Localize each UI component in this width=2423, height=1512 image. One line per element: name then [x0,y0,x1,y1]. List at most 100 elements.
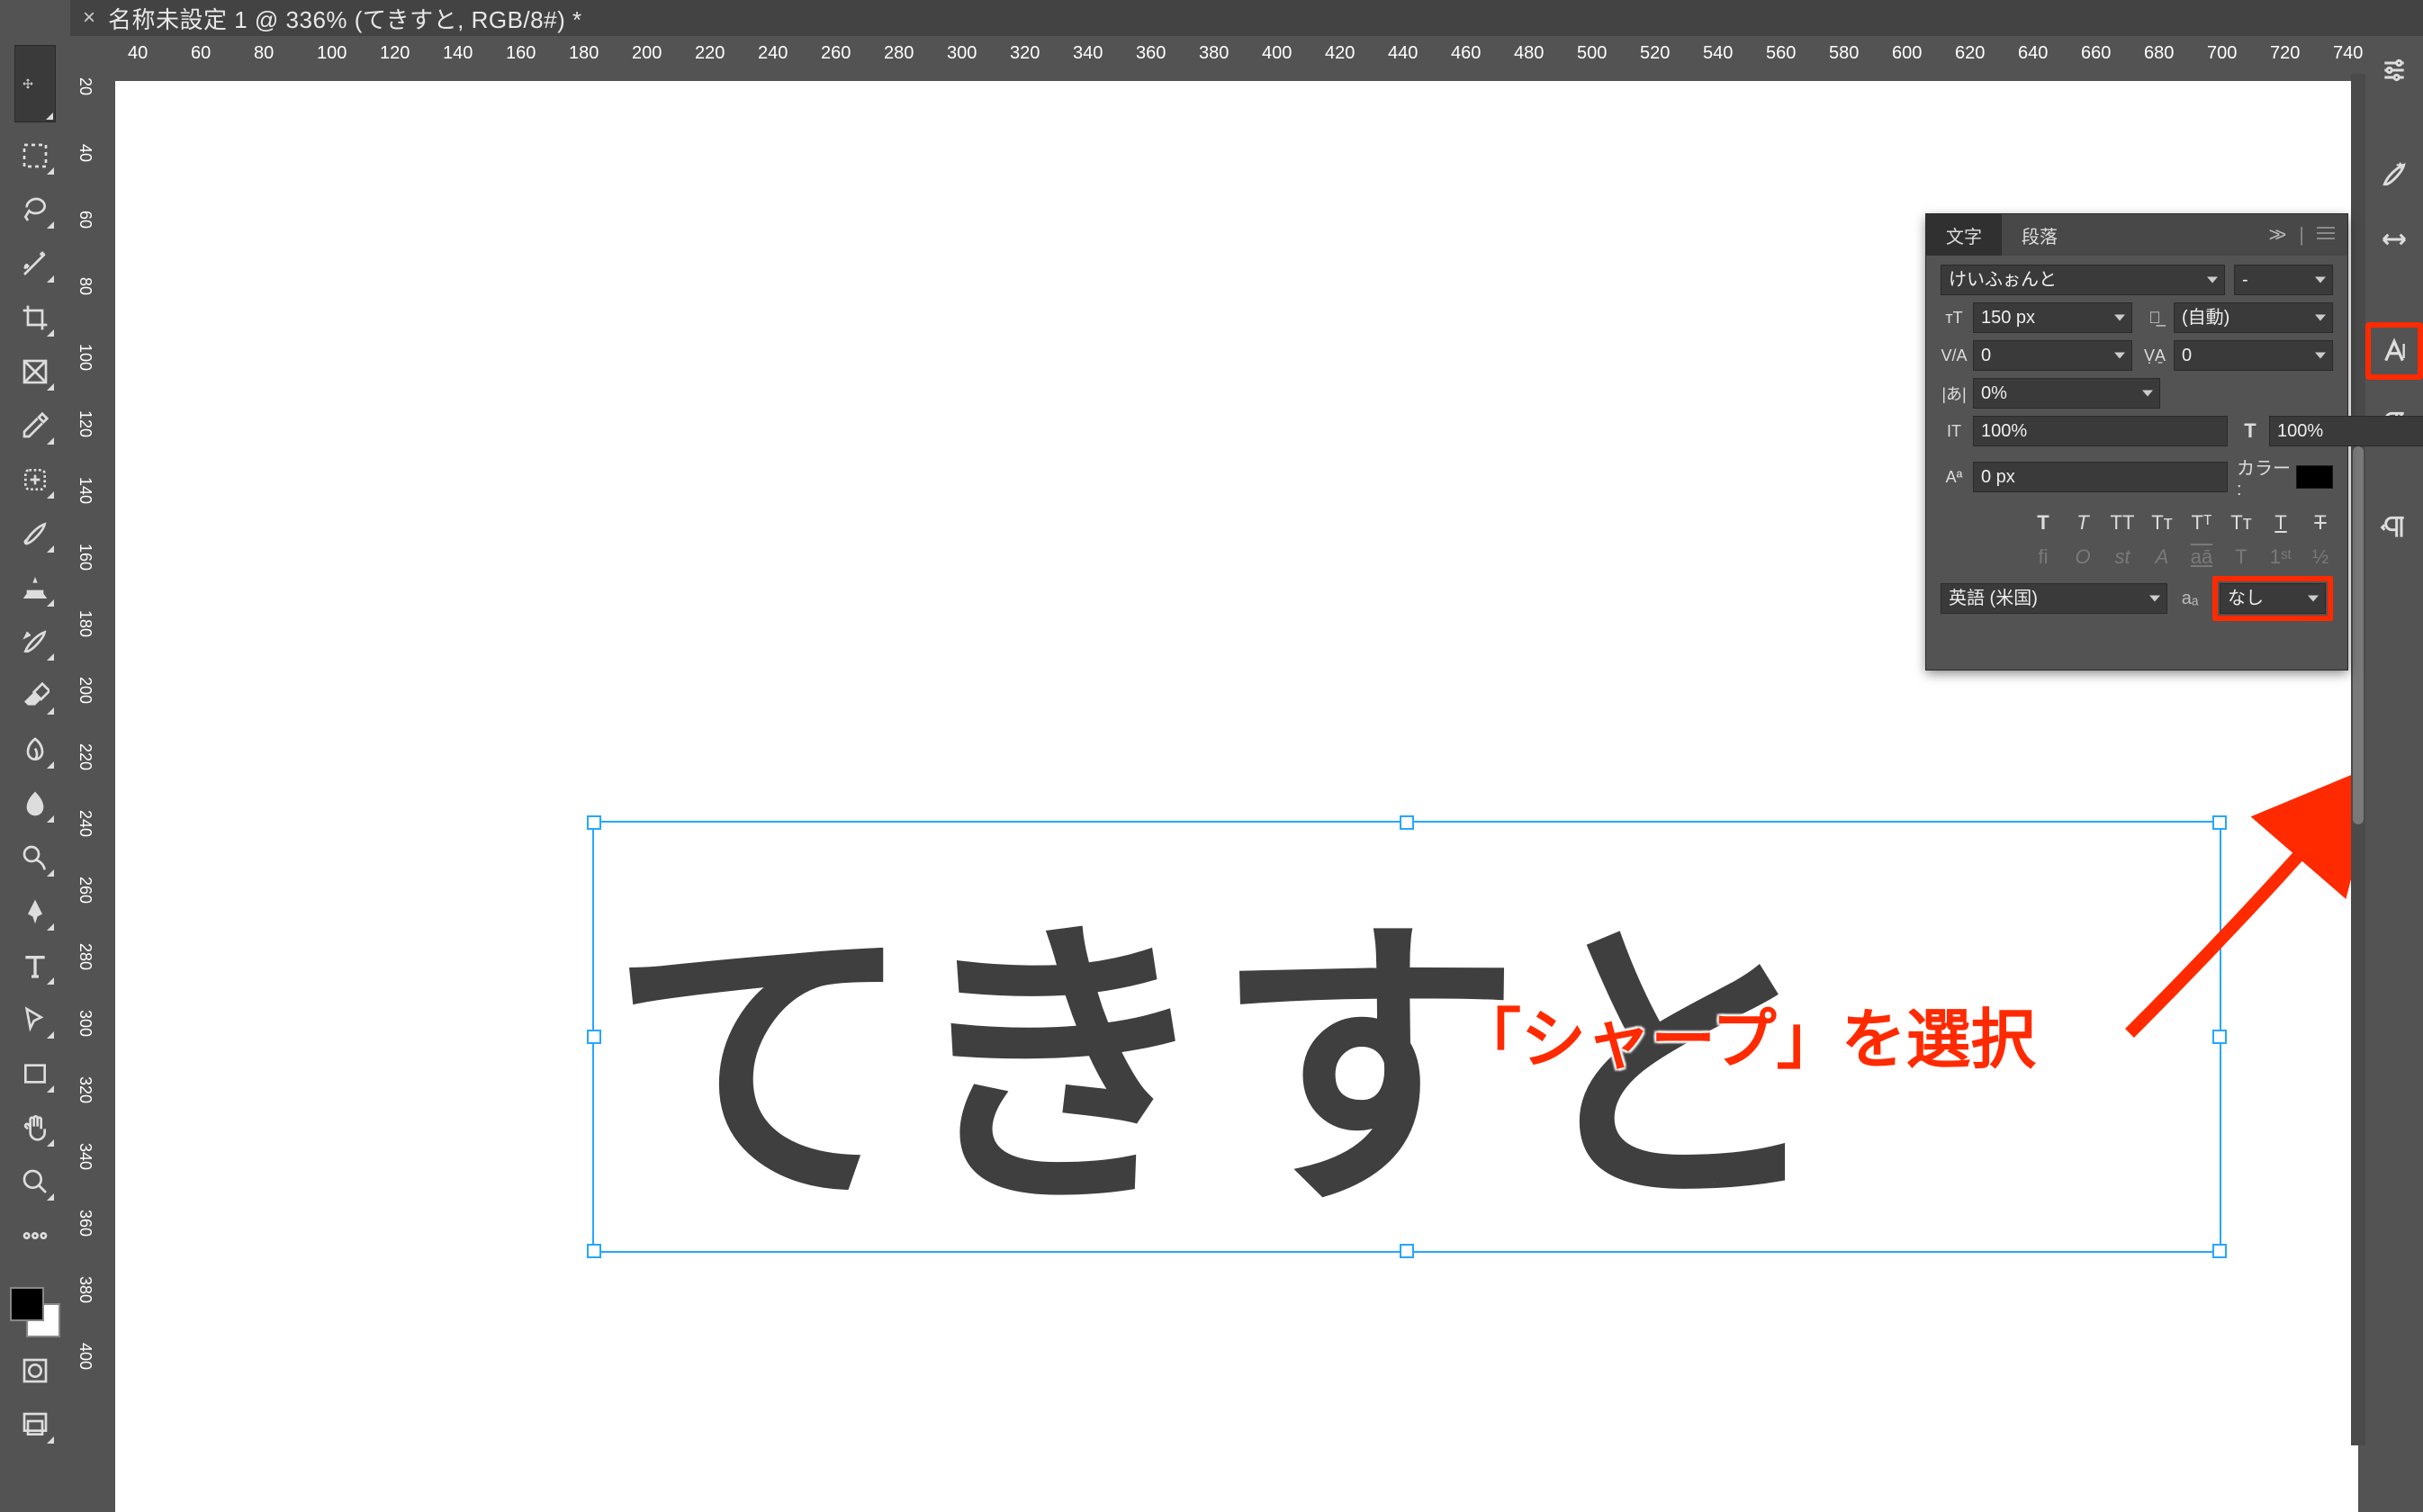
ot-swash-button[interactable]: A [2149,545,2175,569]
zoom-tool[interactable] [14,1161,56,1202]
bbox-handle-br[interactable] [2212,1244,2227,1258]
foreground-color-swatch[interactable] [10,1287,44,1321]
gradient-tool[interactable] [14,729,56,770]
hruler-tick: 280 [884,43,914,64]
ot-ordinals-button[interactable]: 1ˢᵗ [2268,545,2293,569]
vruler-tick: 200 [76,677,95,704]
bbox-handle-l[interactable] [587,1030,601,1044]
bbox-handle-t[interactable] [1400,815,1414,830]
text-color-swatch[interactable] [2296,465,2333,489]
vruler-tick: 100 [76,344,95,371]
lasso-tool[interactable] [14,189,56,230]
vscale-icon: IT [1941,422,1968,441]
ot-titling-button[interactable]: T [2229,545,2254,569]
brushes-panel-icon[interactable] [2373,218,2416,261]
faux-bold-button[interactable]: T [2031,511,2056,535]
tab-paragraph[interactable]: 段落 [2002,214,2077,256]
panel-menu-icon[interactable] [2315,223,2337,247]
color-swatches[interactable] [10,1287,60,1337]
edit-toolbar[interactable] [14,1215,56,1256]
vruler-tick: 120 [76,410,95,437]
pen-tool[interactable] [14,891,56,932]
small-caps-button[interactable]: Tᴛ [2149,511,2175,535]
hruler-tick: 140 [443,43,473,64]
hruler-tick: 740 [2333,43,2363,64]
strikethrough-button[interactable]: T [2308,511,2333,535]
language-select[interactable]: 英語 (米国) [1941,583,2167,614]
vruler-tick: 400 [76,1343,95,1370]
history-brush-tool[interactable] [14,621,56,662]
ot-fractions-button[interactable]: ½ [2308,545,2333,569]
leading-select[interactable]: (自動) [2174,302,2333,333]
document-tab-title[interactable]: 名称未設定 1 @ 336% (てきすと, RGB/8#) * [108,2,582,35]
clone-stamp-tool[interactable] [14,567,56,608]
vertical-ruler[interactable]: 2040608010012014016018020022024026028030… [70,36,108,1445]
underline-button[interactable]: T [2268,511,2293,535]
vertical-scrollbar[interactable] [2351,74,2365,1445]
eyedropper-tool[interactable] [14,405,56,446]
hruler-tick: 720 [2270,43,2300,64]
bbox-handle-r[interactable] [2212,1030,2227,1044]
opentype-row: fi O st A aā T 1ˢᵗ ½ [1941,542,2333,569]
magic-wand-tool[interactable] [14,243,56,284]
all-caps-button[interactable]: TT [2110,511,2135,535]
bbox-handle-tl[interactable] [587,815,601,830]
font-family-select[interactable]: けいふぉんと [1941,265,2225,295]
hruler-tick: 640 [2018,43,2048,64]
document-tab-bar: × 名称未設定 1 @ 336% (てきすと, RGB/8#) * [70,0,2423,36]
hand-tool[interactable] [14,1107,56,1148]
hruler-tick: 420 [1325,43,1355,64]
glyphs-panel-icon[interactable] [2373,506,2416,549]
kerning-select[interactable]: 0 [1973,340,2132,371]
vruler-tick: 60 [76,211,95,229]
annotation-text: 「シャープ」を選択 [1456,986,2036,1081]
ot-contextual-button[interactable]: O [2070,545,2095,569]
crop-tool[interactable] [14,297,56,338]
brush-tool[interactable] [14,513,56,554]
tab-character[interactable]: 文字 [1926,214,2002,256]
adjustments-panel-icon[interactable] [2373,49,2416,92]
hruler-tick: 560 [1766,43,1796,64]
antialias-select[interactable]: なし [2220,583,2326,614]
screen-mode-toggle[interactable] [14,1404,56,1445]
tracking-icon: ṾA̱ [2141,346,2168,365]
ot-discretionary-button[interactable]: st [2110,545,2135,569]
hruler-tick: 620 [1955,43,1985,64]
character-panel-icon[interactable] [2365,322,2423,380]
superscript-button[interactable]: Tᵀ [2189,511,2214,535]
path-selection-tool[interactable] [14,999,56,1040]
rectangle-tool[interactable] [14,1053,56,1094]
quick-mask-toggle[interactable] [14,1350,56,1391]
font-style-select[interactable]: - [2234,265,2333,295]
blur-tool[interactable] [14,783,56,824]
vruler-tick: 300 [76,1010,95,1037]
marquee-tool[interactable] [14,135,56,176]
tsume-select[interactable]: 0% [1973,378,2160,409]
leading-icon: 🄰̲ [2141,309,2168,328]
ot-ligatures-button[interactable]: fi [2031,545,2056,569]
horizontal-ruler[interactable]: 4060801001201401601802002202402602803003… [108,36,2365,74]
healing-brush-tool[interactable] [14,459,56,500]
close-tab-button[interactable]: × [70,5,108,31]
dodge-tool[interactable] [14,837,56,878]
subscript-button[interactable]: Tᴛ [2229,511,2254,535]
ot-stylistic-button[interactable]: aā [2189,545,2214,569]
faux-italic-button[interactable]: T [2070,511,2095,535]
frame-tool[interactable] [14,351,56,392]
baseline-shift-input[interactable] [1973,462,2228,492]
scrollbar-thumb[interactable] [2353,446,2364,824]
vertical-scale-input[interactable] [1973,416,2228,446]
bbox-handle-b[interactable] [1400,1244,1414,1258]
collapse-panel-icon[interactable]: >> [2269,223,2282,247]
eraser-tool[interactable] [14,675,56,716]
font-size-select[interactable]: 150 px [1973,302,2132,333]
move-tool[interactable] [14,45,56,122]
horizontal-scale-input[interactable] [2269,416,2423,446]
tracking-select[interactable]: 0 [2174,340,2333,371]
vruler-tick: 140 [76,477,95,504]
bbox-handle-tr[interactable] [2212,815,2227,830]
hruler-tick: 460 [1451,43,1481,64]
type-tool[interactable] [14,945,56,986]
bbox-handle-bl[interactable] [587,1244,601,1258]
brush-settings-panel-icon[interactable] [2373,153,2416,196]
